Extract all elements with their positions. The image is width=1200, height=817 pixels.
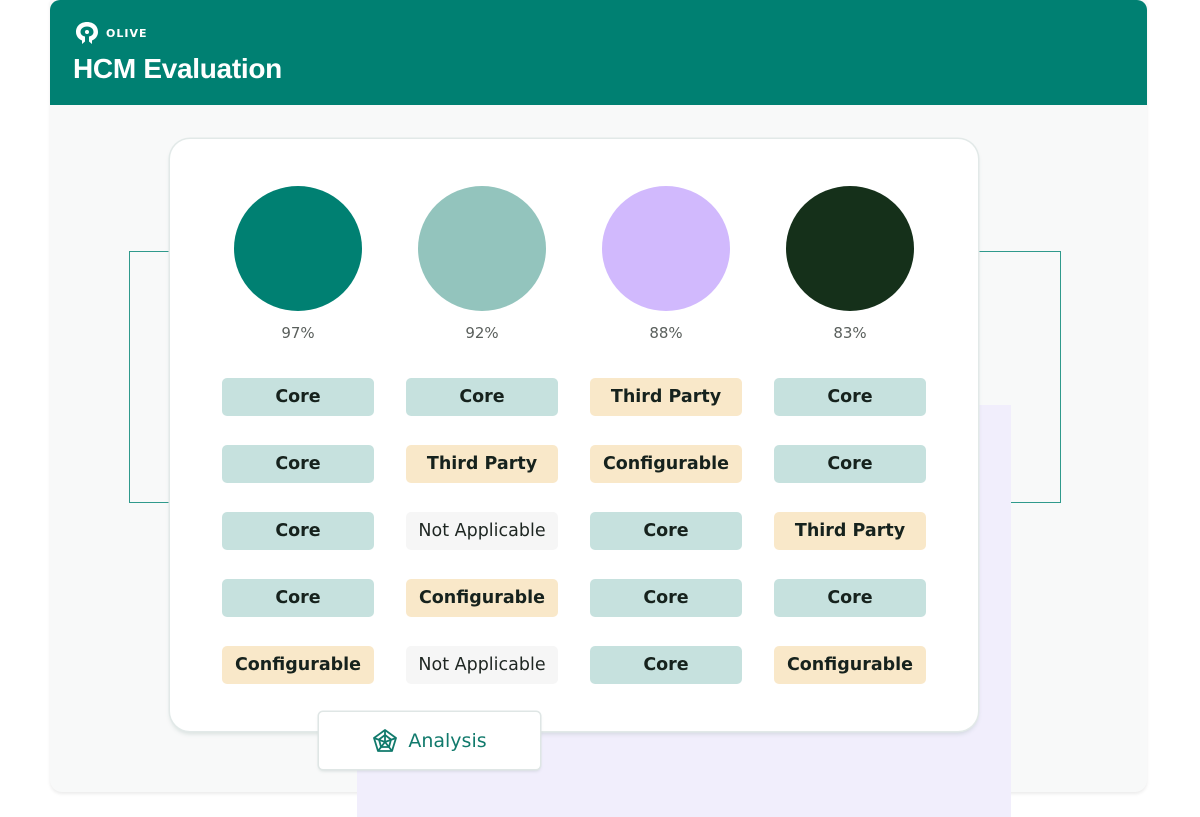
- feature-badge: Third Party: [590, 378, 742, 416]
- feature-badge: Core: [222, 378, 374, 416]
- page-title: HCM Evaluation: [73, 53, 282, 84]
- vendor-color-circle: [234, 186, 362, 311]
- feature-badge: Core: [590, 646, 742, 684]
- vendor-color-circle: [786, 186, 914, 311]
- analysis-label: Analysis: [408, 729, 487, 752]
- feature-badge: Not Applicable: [406, 512, 558, 550]
- vendor-score: 92%: [465, 324, 499, 342]
- vendor-score: 97%: [281, 324, 315, 342]
- feature-badge: Core: [406, 378, 558, 416]
- feature-badge: Core: [774, 445, 926, 483]
- feature-badge: Configurable: [774, 646, 926, 684]
- feature-badge: Core: [774, 378, 926, 416]
- feature-badge: Configurable: [222, 646, 374, 684]
- feature-badge: Core: [590, 512, 742, 550]
- feature-badge: Core: [774, 579, 926, 617]
- vendor-score: 83%: [833, 324, 867, 342]
- feature-badge: Configurable: [590, 445, 742, 483]
- vendor-color-circle: [418, 186, 546, 311]
- feature-badge: Core: [590, 579, 742, 617]
- feature-badge: Core: [222, 445, 374, 483]
- evaluation-card: 97% Core Core Core Core Configurable 92% Core Th…: [170, 139, 978, 731]
- feature-badge: Third Party: [406, 445, 558, 483]
- radar-chart-icon: [373, 728, 398, 752]
- brand: OLIVE: [74, 20, 147, 46]
- feature-badge: Core: [222, 512, 374, 550]
- app-header: OLIVE HCM Evaluation: [50, 0, 1147, 105]
- olive-logo-icon: [76, 22, 98, 44]
- analysis-button[interactable]: Analysis: [319, 712, 540, 769]
- feature-badge: Third Party: [774, 512, 926, 550]
- vendor-score: 88%: [649, 324, 683, 342]
- feature-badge: Core: [222, 579, 374, 617]
- brand-name: OLIVE: [106, 26, 148, 40]
- feature-badge: Not Applicable: [406, 646, 558, 684]
- feature-badge: Configurable: [406, 579, 558, 617]
- vendor-color-circle: [602, 186, 730, 311]
